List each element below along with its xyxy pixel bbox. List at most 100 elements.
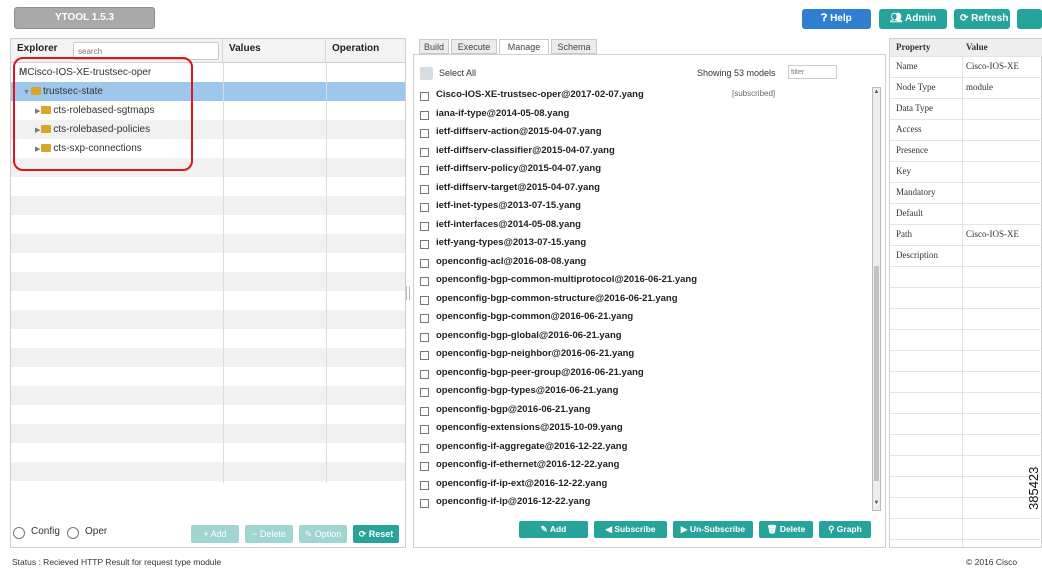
explorer-grid: MCisco-IOS-XE-trustsec-oper ▼ trustsec-st… <box>11 57 405 481</box>
add-model-button[interactable]: ✎ Add <box>519 521 588 538</box>
model-checkbox[interactable] <box>420 147 429 157</box>
model-row[interactable]: openconfig-bgp-common@2016-06-21.yang <box>414 309 872 327</box>
scroll-down-icon[interactable]: ▼ <box>873 500 880 506</box>
scrollbar-thumb[interactable] <box>874 266 879 481</box>
graph-button[interactable]: ⚲ Graph <box>819 521 871 538</box>
model-row[interactable]: openconfig-bgp-global@2016-06-21.yang <box>414 328 872 346</box>
model-name: ietf-yang-types@2013-07-15.yang <box>436 237 587 248</box>
select-all-checkbox[interactable] <box>420 67 433 80</box>
model-checkbox[interactable] <box>420 499 429 508</box>
model-checkbox[interactable] <box>420 221 429 231</box>
filter-input[interactable] <box>788 65 837 79</box>
model-row[interactable]: ietf-yang-types@2013-07-15.yang <box>414 235 872 253</box>
tab-execute[interactable]: Execute <box>451 39 497 54</box>
model-checkbox[interactable] <box>420 92 429 101</box>
grid-row <box>11 272 405 291</box>
model-checkbox[interactable] <box>420 295 429 305</box>
scroll-up-icon[interactable]: ▲ <box>873 89 880 95</box>
tab-schema[interactable]: Schema <box>551 39 597 54</box>
model-row[interactable]: openconfig-acl@2016-08-08.yang <box>414 254 872 272</box>
model-row[interactable]: iana-if-type@2014-05-08.yang <box>414 106 872 124</box>
property-key: Default <box>896 208 923 218</box>
model-checkbox[interactable] <box>420 369 429 379</box>
reset-button[interactable]: ⟳ Reset <box>353 525 399 543</box>
model-name: ietf-diffserv-policy@2015-04-07.yang <box>436 163 602 174</box>
model-row[interactable]: Cisco-IOS-XE-trustsec-oper@2017-02-07.ya… <box>414 87 872 105</box>
model-checkbox[interactable] <box>420 443 429 453</box>
property-key: Name <box>896 61 918 71</box>
help-button[interactable]: ❓︎ Help <box>802 9 871 29</box>
subscribe-label: Subscribe <box>614 524 656 534</box>
delete-button[interactable]: − Delete <box>245 525 293 543</box>
model-name: openconfig-bgp-global@2016-06-21.yang <box>436 329 622 341</box>
model-row[interactable]: ietf-diffserv-classifier@2015-04-07.yang <box>414 143 872 161</box>
add-button[interactable]: + Add <box>191 525 239 543</box>
refresh-label: Refresh <box>971 13 1009 24</box>
model-row[interactable]: openconfig-if-ip-ext@2016-12-22.yang <box>414 476 872 494</box>
option-label: Option <box>314 529 342 539</box>
grid-row <box>11 348 405 367</box>
property-pane: Property Value Name Cisco-IOS-XE Node Type… <box>889 38 1042 548</box>
model-checkbox[interactable] <box>420 351 429 360</box>
unsubscribe-button[interactable]: ▶ Un-Subscribe <box>673 521 753 538</box>
subscribe-button[interactable]: ◀ Subscribe <box>594 521 667 538</box>
model-checkbox[interactable] <box>420 314 429 323</box>
model-row[interactable]: openconfig-bgp-common-structure@2016-06-… <box>414 291 872 309</box>
model-checkbox[interactable] <box>420 406 429 416</box>
model-row[interactable]: ietf-diffserv-target@2015-04-07.yang <box>414 180 872 198</box>
option-button[interactable]: ✎ Option <box>299 525 347 543</box>
oper-label: Oper <box>85 526 108 537</box>
explorer-footer: Config Oper + Add − Delete ✎ Option ⟳ Re… <box>11 521 405 547</box>
property-row: Node Type module <box>890 78 1042 99</box>
refresh-button[interactable]: ⟳ Refresh <box>954 9 1010 29</box>
grid-row <box>11 386 405 405</box>
model-row[interactable]: ietf-interfaces@2014-05-08.yang <box>414 217 872 235</box>
model-row[interactable]: openconfig-bgp@2016-06-21.yang <box>414 402 872 420</box>
model-row[interactable]: openconfig-bgp-neighbor@2016-06-21.yang <box>414 346 872 364</box>
model-checkbox[interactable] <box>420 425 429 434</box>
property-row: Access <box>890 120 1042 141</box>
property-row <box>890 288 1042 309</box>
property-row <box>890 309 1042 330</box>
model-checkbox[interactable] <box>420 277 429 286</box>
add-model-label: Add <box>549 524 567 534</box>
model-row[interactable]: openconfig-if-ip@2016-12-22.yang <box>414 494 872 512</box>
model-list-scrollbar[interactable]: ▲ ▼ <box>872 87 881 511</box>
model-row[interactable]: openconfig-bgp-peer-group@2016-06-21.yan… <box>414 365 872 383</box>
grid-row <box>11 367 405 386</box>
model-row[interactable]: openconfig-if-aggregate@2016-12-22.yang <box>414 439 872 457</box>
model-checkbox[interactable] <box>420 166 429 175</box>
model-row[interactable]: openconfig-if-ethernet@2016-12-22.yang <box>414 457 872 475</box>
pane-splitter-handle[interactable] <box>406 286 410 300</box>
model-checkbox[interactable] <box>420 388 429 397</box>
model-name: openconfig-bgp-common-multiprotocol@2016… <box>436 274 698 285</box>
property-key: Description <box>896 250 938 260</box>
tab-manage[interactable]: Manage <box>499 39 549 54</box>
model-checkbox[interactable] <box>420 184 429 194</box>
admin-button[interactable]: 👥︎ Admin <box>879 9 947 29</box>
model-checkbox[interactable] <box>420 110 429 120</box>
tab-build[interactable]: Build <box>419 39 449 54</box>
model-checkbox[interactable] <box>420 258 429 268</box>
model-checkbox[interactable] <box>420 203 429 212</box>
tab-bar: Build Execute Manage Schema <box>413 38 886 54</box>
property-row <box>890 267 1042 288</box>
oper-radio[interactable] <box>67 527 79 539</box>
model-row[interactable]: ietf-diffserv-policy@2015-04-07.yang <box>414 161 872 179</box>
model-checkbox[interactable] <box>420 129 429 138</box>
delete-model-button[interactable]: 🗑︎ Delete <box>759 521 813 538</box>
model-row[interactable]: openconfig-extensions@2015-10-09.yang <box>414 420 872 438</box>
model-list: Cisco-IOS-XE-trustsec-oper@2017-02-07.ya… <box>414 87 872 515</box>
model-checkbox[interactable] <box>420 332 429 342</box>
model-checkbox[interactable] <box>420 462 429 471</box>
model-row[interactable]: openconfig-bgp-types@2016-06-21.yang <box>414 383 872 401</box>
model-row[interactable]: ietf-inet-types@2013-07-15.yang <box>414 198 872 216</box>
grid-row <box>11 310 405 329</box>
model-checkbox[interactable] <box>420 480 429 490</box>
reset-icon: ⟳ <box>358 529 369 539</box>
model-checkbox[interactable] <box>420 240 429 249</box>
model-row[interactable]: ietf-diffserv-action@2015-04-07.yang <box>414 124 872 142</box>
overflow-button[interactable] <box>1017 9 1042 29</box>
config-radio[interactable] <box>13 527 25 539</box>
model-row[interactable]: openconfig-bgp-common-multiprotocol@2016… <box>414 272 872 290</box>
